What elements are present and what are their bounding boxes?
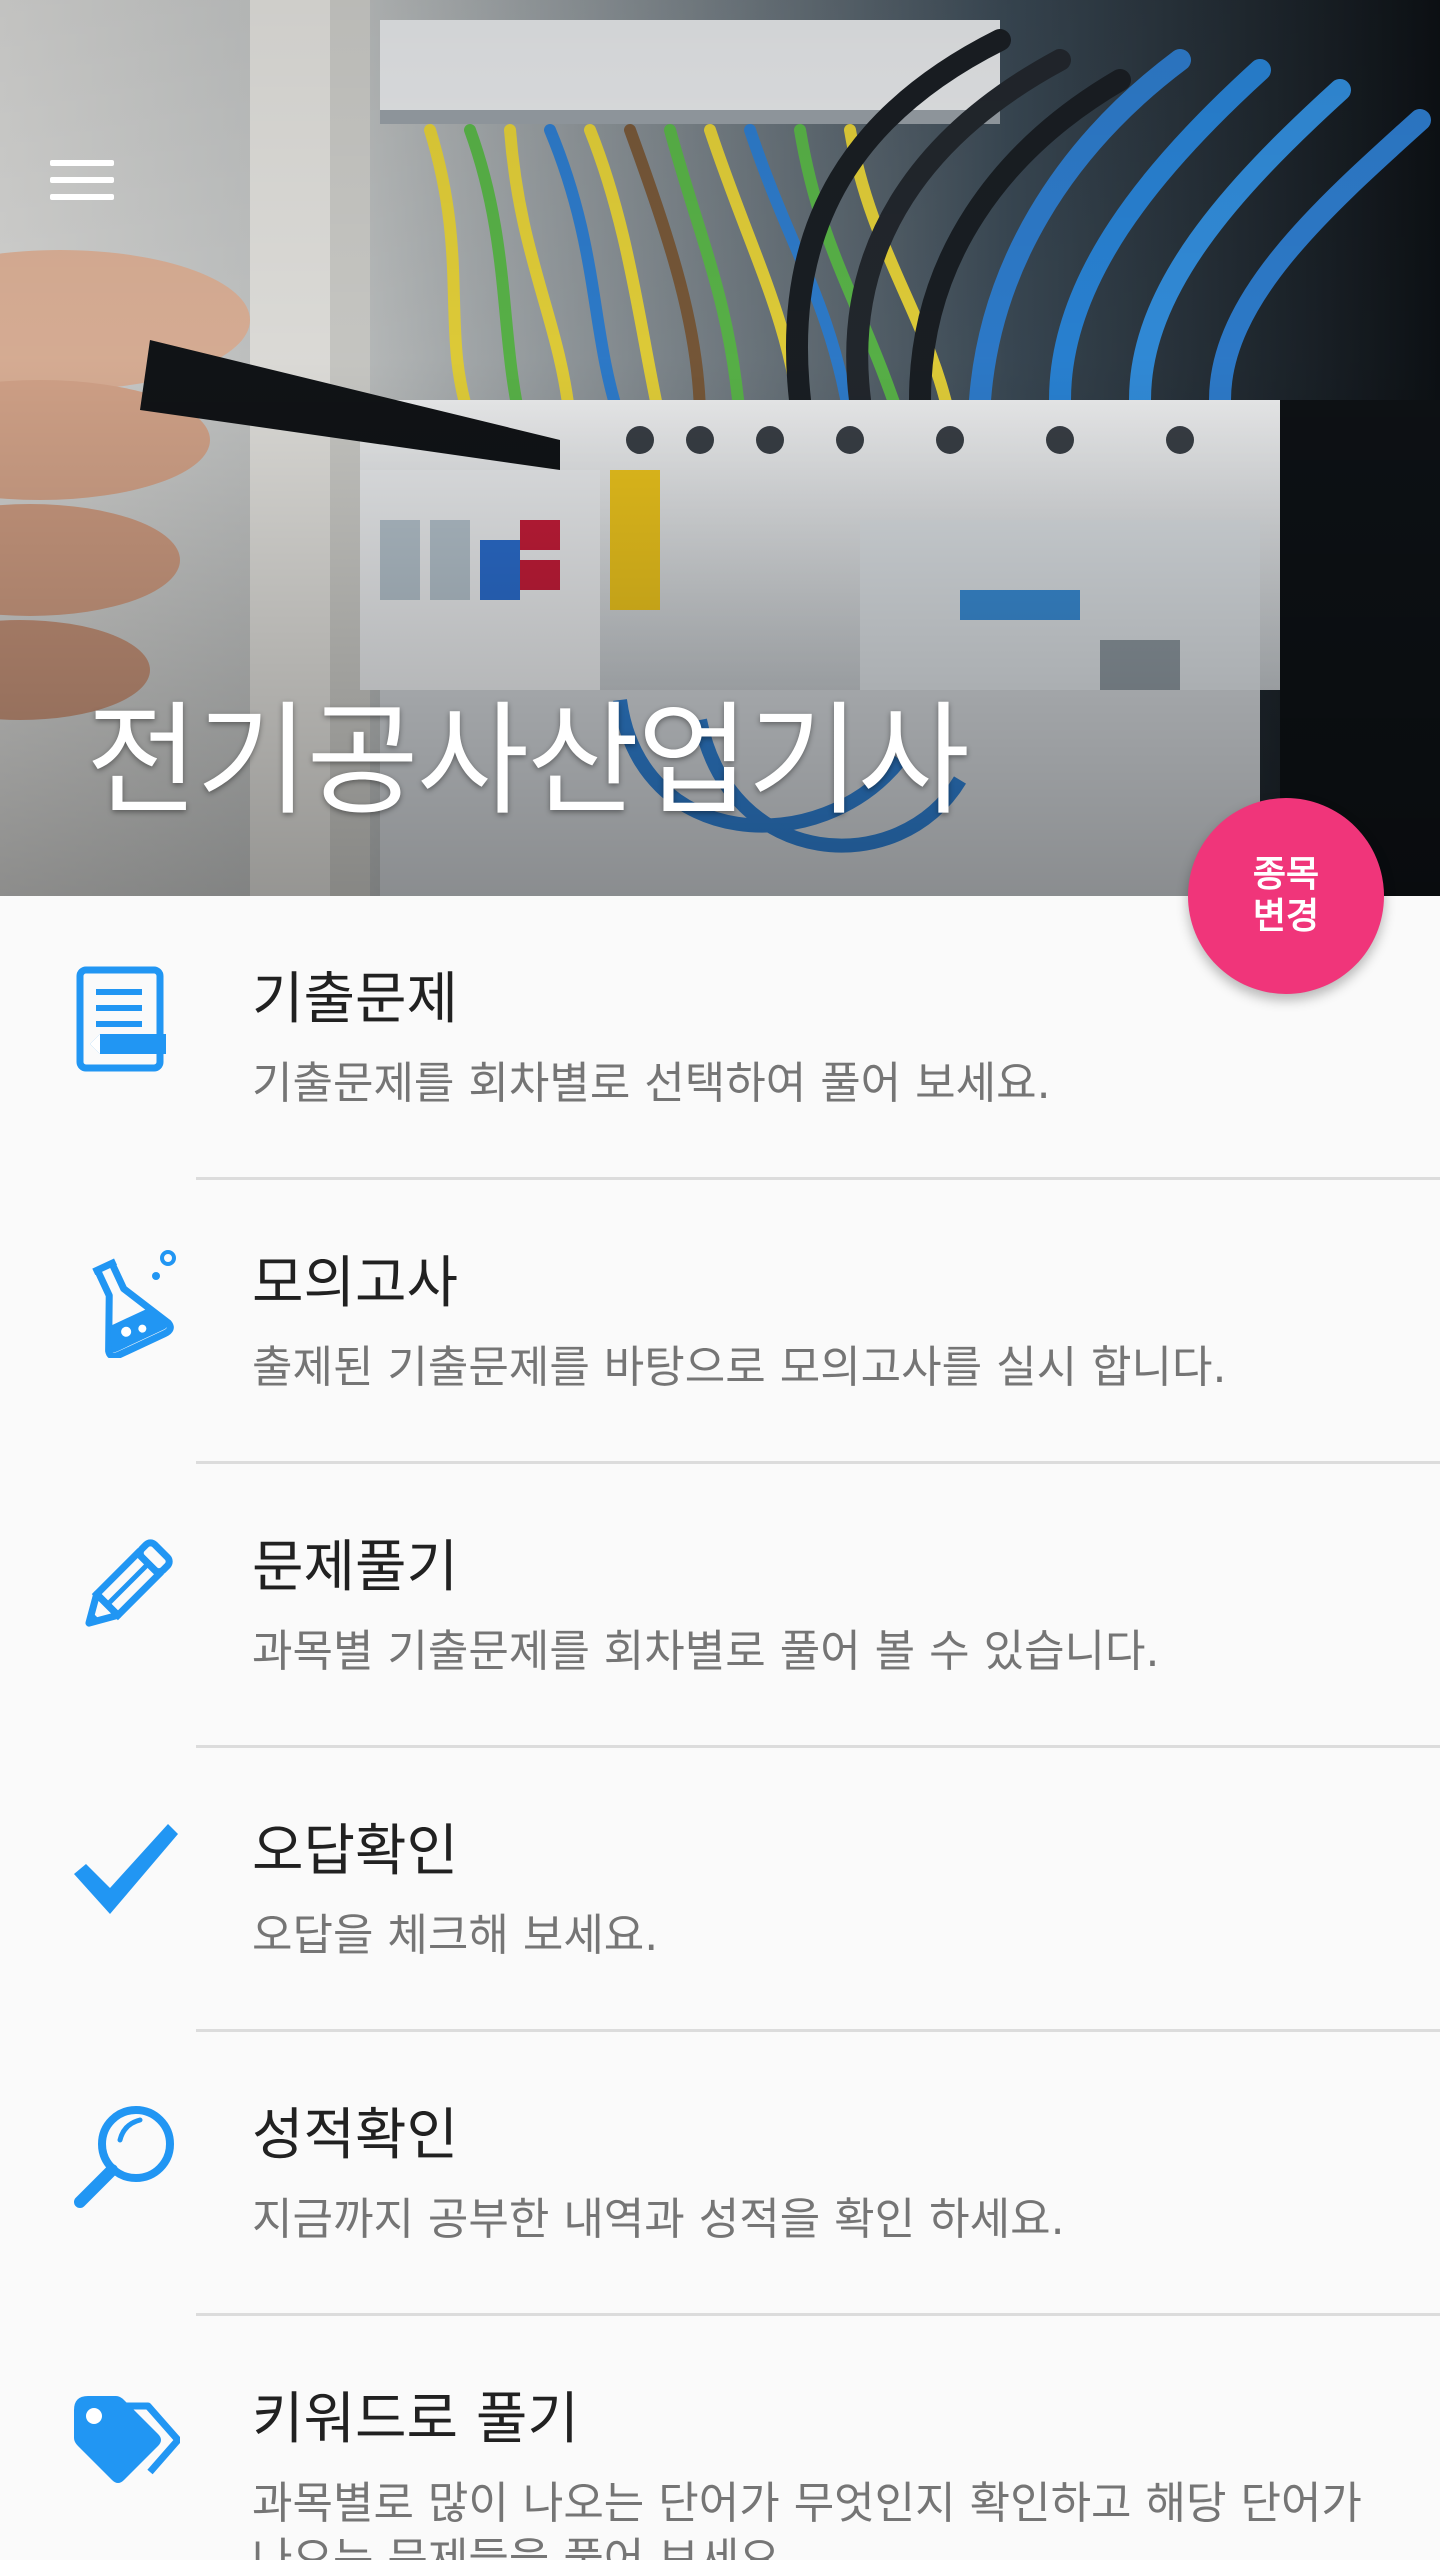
app-screen: 전기공사산업기사 종목 변경 기출문제 기출문제를 회차별로 선택하여 풀어 보… [0,0,1440,2560]
menu-item-wrong-answers[interactable]: 오답확인 오답을 체크해 보세요. [0,1748,1440,2032]
exam-document-icon [70,964,180,1074]
menu-item-description: 지금까지 공부한 내역과 성적을 확인 하세요. [252,2194,1065,2245]
menu-item-description: 과목별 기출문제를 회차별로 풀어 볼 수 있습니다. [252,1626,1160,1677]
checkmark-icon [70,1816,180,1926]
menu-bar-top [50,160,114,166]
hamburger-menu-icon[interactable] [50,140,146,220]
menu-list: 기출문제 기출문제를 회차별로 선택하여 풀어 보세요. 모의고사 출제된 기출… [0,896,1440,2560]
tags-icon [70,2384,182,2494]
menu-item-solve-problems[interactable]: 문제풀기 과목별 기출문제를 회차별로 풀어 볼 수 있습니다. [0,1464,1440,1748]
flask-icon [70,1248,180,1360]
menu-item-title: 오답확인 [252,1819,459,1884]
menu-item-title: 문제풀기 [252,1535,459,1600]
pencil-icon [70,1532,180,1642]
menu-item-description: 오답을 체크해 보세요. [252,1910,659,1961]
page-title: 전기공사산업기사 [86,690,970,832]
menu-bar-middle [50,177,114,183]
menu-bar-bottom [50,194,114,200]
menu-item-description: 기출문제를 회차별로 선택하여 풀어 보세요. [252,1058,1051,1109]
menu-item-title: 키워드로 풀기 [252,2387,579,2452]
change-subject-button[interactable]: 종목 변경 [1188,798,1384,994]
menu-item-title: 기출문제 [252,967,459,1032]
menu-item-mock-exam[interactable]: 모의고사 출제된 기출문제를 바탕으로 모의고사를 실시 합니다. [0,1180,1440,1464]
menu-item-title: 모의고사 [252,1251,459,1316]
menu-item-grades[interactable]: 성적확인 지금까지 공부한 내역과 성적을 확인 하세요. [0,2032,1440,2316]
hero-header: 전기공사산업기사 [0,0,1440,896]
menu-item-keyword-solve[interactable]: 키워드로 풀기 과목별로 많이 나오는 단어가 무엇인지 확인하고 해당 단어가… [0,2316,1440,2560]
menu-item-title: 성적확인 [252,2103,459,2168]
magnifier-icon [70,2100,180,2210]
change-subject-label: 종목 변경 [1252,854,1320,937]
menu-item-description: 과목별로 많이 나오는 단어가 무엇인지 확인하고 해당 단어가 나오는 문제들… [252,2478,1362,2560]
menu-item-description: 출제된 기출문제를 바탕으로 모의고사를 실시 합니다. [252,1342,1227,1393]
